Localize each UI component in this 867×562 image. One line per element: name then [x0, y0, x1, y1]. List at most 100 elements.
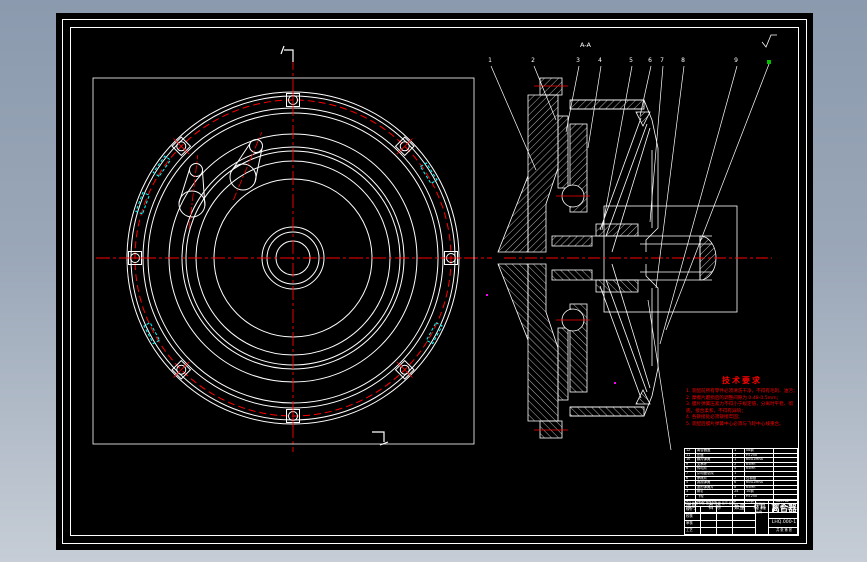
bom-cell: 10钢	[743, 490, 773, 494]
bom-cell: 1	[732, 471, 744, 476]
snap-marker	[486, 294, 488, 296]
title-block: 标记 处数 分区 更改文件号 签字 日期 设计 校核 审核 工艺 阶段标记 重量…	[684, 500, 799, 535]
bom-cell: 4	[686, 485, 689, 489]
section-upper-half	[497, 77, 659, 253]
bom-cell: 膜片弹簧	[694, 458, 732, 462]
bom-row: 12 离合器盖 1 08钢	[685, 449, 797, 453]
diaphragm-finger	[599, 117, 642, 231]
bom-row: 2 飞轮 1 HT250	[685, 493, 797, 499]
field-label: 审核	[685, 520, 701, 527]
bom-cell: 65Mn	[743, 462, 773, 467]
cap-screw	[539, 77, 563, 96]
surface-roughness-icon	[761, 34, 777, 48]
bom-cell: 2	[732, 476, 744, 481]
sheet-count: 共 张 第 张	[776, 528, 792, 532]
bom-cell: 5	[686, 481, 689, 485]
bom-row: 6 摩擦片 2 石棉基	[685, 475, 797, 481]
clutch-disc	[557, 115, 569, 189]
bom-cell: 1	[732, 453, 744, 458]
bom-cell: HT250	[743, 453, 773, 458]
bom-cell: 2	[732, 462, 744, 467]
bom-cell: 离合器盖	[694, 449, 732, 453]
leader-marker-green	[767, 60, 771, 64]
housing-outline	[603, 205, 738, 313]
bom-cell	[773, 494, 797, 499]
field-label: 校核	[685, 513, 701, 520]
bom-row: 11 压盘 1 HT250	[685, 452, 797, 458]
bom-cell	[773, 462, 797, 467]
cover-flange	[569, 99, 645, 110]
bom-cell: 8	[686, 467, 689, 471]
bom-cell: 支承环	[694, 462, 732, 467]
bom-cell: 6	[686, 476, 689, 480]
bom-cell	[773, 453, 797, 458]
bom-cell	[773, 485, 797, 490]
bom-cell: 12	[686, 449, 691, 452]
bom-cell: 传动片	[694, 467, 732, 471]
balloon-number: 4	[598, 57, 602, 64]
balloon-number: 6	[648, 57, 652, 64]
balloon-number: 7	[660, 57, 664, 64]
cad-viewer-background: A-A 123456789 技术要求 1. 装配前所有零件必须清洗干净，不得有毛…	[0, 0, 867, 562]
bom-cell: HT250	[743, 494, 773, 499]
bom-cell	[773, 481, 797, 485]
stage-weight-scale: 阶段标记 重量 比例	[755, 501, 769, 534]
bom-cell: 9	[686, 462, 689, 466]
balance-mark-cyan	[152, 155, 172, 178]
bom-row: 10 膜片弹簧 1 60Si2MnA	[685, 457, 797, 462]
section-label: A-A	[580, 41, 592, 49]
title-row-craft: 工艺	[685, 527, 756, 535]
tech-requirement-item: 1. 装配前所有零件必须清洗干净，不得有毛刺、油污；	[686, 389, 798, 394]
bom-cell: 铆钉	[694, 490, 732, 494]
balloon-number: 2	[531, 57, 535, 64]
bom-cell: 4	[732, 467, 744, 471]
balloon-number: 9	[734, 57, 738, 64]
bom-cell: 2	[686, 494, 689, 498]
bom-row: 4 波形弹簧片 8 65Mn	[685, 484, 797, 490]
bom-cell	[773, 471, 797, 476]
flywheel-web	[497, 175, 529, 253]
bom-cell: 6	[732, 481, 744, 485]
bom-cell: 波形弹簧片	[694, 485, 732, 490]
bom-cell: 60Si2MnA	[743, 481, 773, 485]
snap-marker	[614, 382, 616, 384]
bom-row: 3 铆钉 24 10钢	[685, 489, 797, 494]
bom-cell: 1	[732, 458, 744, 462]
bom-cell: 1	[732, 449, 744, 453]
bom-cell	[773, 467, 797, 471]
tech-requirement-item: 4. 各铆接处必须铆接牢固；	[686, 415, 743, 421]
bom-cell	[773, 476, 797, 481]
bom-cell: 65Mn	[743, 485, 773, 490]
balloon-number: 8	[681, 57, 685, 64]
part-name: 离合器	[769, 501, 799, 519]
balloon-numbers: 1 2 3 4 5 6 7 8 9	[488, 57, 738, 64]
tech-requirement-item: 3. 膜片弹簧压紧力不得小于规定值，分离时平稳、彻底，接合柔和，不得有异响；	[686, 402, 793, 414]
balloon-number: 5	[629, 57, 633, 64]
hub-spline	[551, 235, 593, 247]
bom-cell: 60Si2MnA	[743, 458, 773, 462]
bom-cell: 摩擦片	[694, 476, 732, 481]
bom-cell: 飞轮	[694, 494, 732, 499]
bom-cell: 24	[732, 490, 744, 494]
bom-cell: 3	[686, 490, 689, 494]
field-label: 设计	[685, 506, 701, 513]
balloon-number: 1	[488, 57, 492, 64]
balance-mark-cyan	[419, 162, 438, 185]
bom-cell: 压盘	[694, 453, 732, 458]
bom-cell: 石棉基	[743, 476, 773, 481]
tech-requirements-title: 技术要求	[722, 376, 762, 385]
bom-cell: 减振弹簧	[694, 481, 732, 485]
bom-row: 7 从动盘总成 1	[685, 470, 797, 476]
bom-cell: 08钢	[743, 449, 773, 453]
technical-requirements: 技术要求 1. 装配前所有零件必须清洗干净，不得有毛刺、油污； 2. 摩擦片磨损…	[686, 375, 798, 429]
bom-cell: 11	[686, 453, 691, 457]
bom-cell	[773, 449, 797, 453]
bom-cell: 65Mn	[743, 467, 773, 471]
bom-cell: 从动盘总成	[694, 471, 732, 476]
front-view-flywheel-gear	[92, 56, 492, 452]
bom-cell: 1	[732, 494, 744, 499]
bom-cell	[743, 471, 773, 476]
balloon-number: 3	[576, 57, 580, 64]
spring-pivot	[635, 111, 651, 127]
tech-requirement-item: 5. 装配后膜片弹簧中心必须与飞轮中心线重合。	[686, 421, 784, 427]
